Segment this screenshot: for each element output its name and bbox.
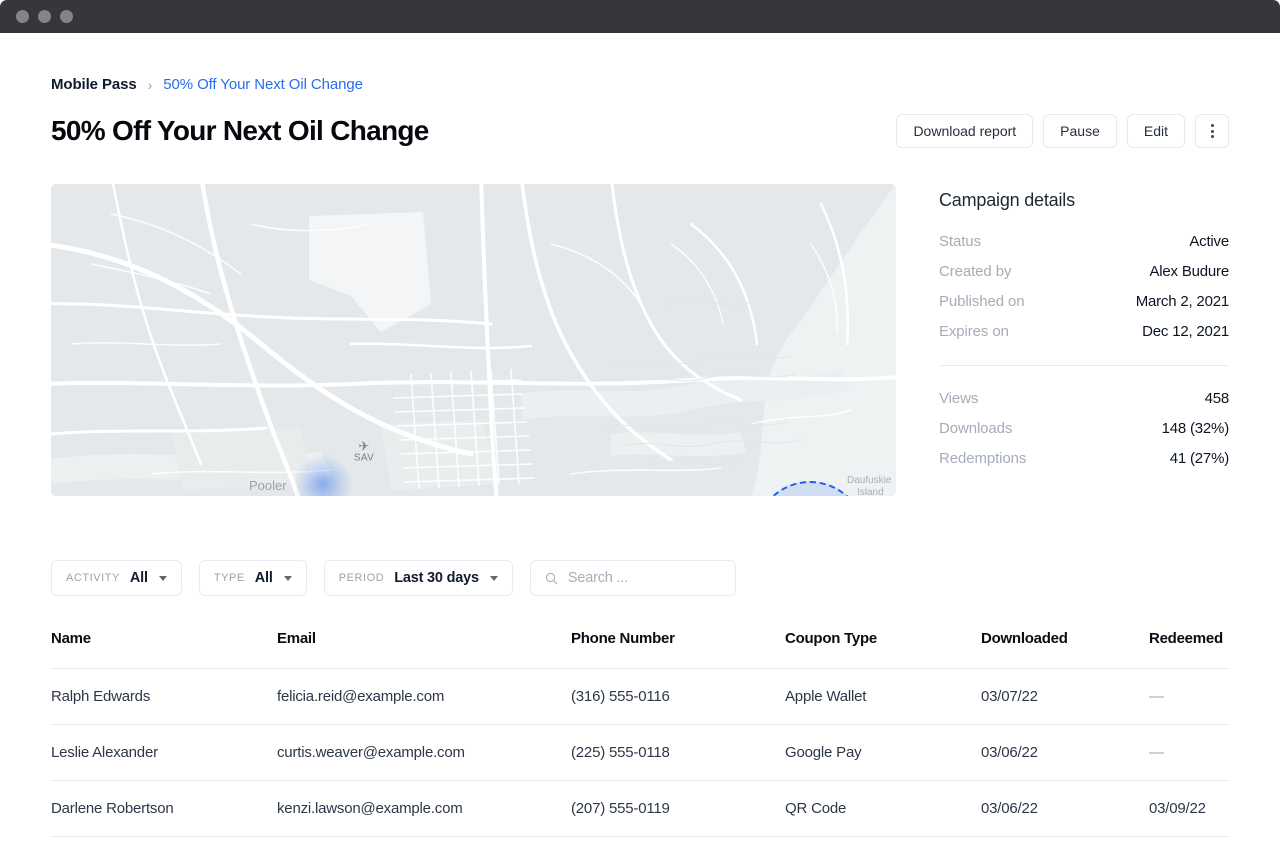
detail-value: March 2, 2021	[1135, 293, 1229, 310]
recipients-table: Name Email Phone Number Coupon Type Down…	[51, 630, 1229, 837]
table-header-row: Name Email Phone Number Coupon Type Down…	[51, 630, 1229, 669]
cell-name: Darlene Robertson	[51, 780, 277, 837]
breadcrumb: Mobile Pass › 50% Off Your Next Oil Chan…	[51, 33, 1229, 93]
stat-label: Redemptions	[939, 450, 1027, 467]
details-divider	[939, 365, 1229, 366]
filter-period-value: Last 30 days	[394, 570, 479, 586]
filter-activity-label: ACTIVITY	[66, 572, 120, 584]
column-header-email[interactable]: Email	[277, 630, 571, 669]
column-header-downloaded[interactable]: Downloaded	[981, 630, 1149, 669]
search-input[interactable]	[567, 570, 721, 586]
cell-email: curtis.weaver@example.com	[277, 724, 571, 781]
detail-label: Created by	[939, 263, 1012, 280]
page-body: Mobile Pass › 50% Off Your Next Oil Chan…	[0, 33, 1280, 856]
cell-email: felicia.reid@example.com	[277, 668, 571, 725]
table-row[interactable]: Leslie Alexander curtis.weaver@example.c…	[51, 724, 1229, 781]
filter-type[interactable]: TYPE All	[198, 560, 307, 596]
cell-redeemed: —	[1149, 668, 1229, 725]
detail-row-created-by: Created by Alex Budure	[939, 263, 1229, 280]
stat-label: Downloads	[939, 420, 1013, 437]
stat-row-redemptions: Redemptions 41 (27%)	[939, 450, 1229, 467]
cell-phone: (207) 555-0119	[571, 780, 785, 837]
detail-label: Expires on	[939, 323, 1009, 340]
stat-value: 41 (27%)	[1169, 450, 1229, 467]
window-minimize-button[interactable]	[38, 10, 51, 23]
table-row[interactable]: Ralph Edwards felicia.reid@example.com (…	[51, 668, 1229, 725]
pause-button[interactable]: Pause	[1043, 114, 1117, 148]
stat-label: Views	[939, 390, 979, 407]
campaign-details-panel: Campaign details Status Active Created b…	[939, 184, 1229, 496]
campaign-map[interactable]: Pooler Savannah Daufuskie Island ✈ SAV ✈…	[51, 184, 896, 496]
page-title: 50% Off Your Next Oil Change	[51, 115, 429, 146]
edit-button[interactable]: Edit	[1126, 114, 1185, 148]
filter-period[interactable]: PERIOD Last 30 days	[323, 560, 513, 596]
cell-name: Leslie Alexander	[51, 724, 277, 781]
chevron-right-icon: ›	[147, 76, 153, 93]
table-row[interactable]: Darlene Robertson kenzi.lawson@example.c…	[51, 780, 1229, 837]
filter-period-label: PERIOD	[338, 572, 385, 584]
cell-coupon-type: Apple Wallet	[785, 668, 981, 725]
download-report-button[interactable]: Download report	[896, 114, 1034, 148]
cell-email: kenzi.lawson@example.com	[277, 780, 571, 837]
status-badge: Active	[1189, 233, 1229, 250]
filter-bar: ACTIVITY All TYPE All PERIOD Last 30 day…	[51, 560, 1229, 596]
chevron-down-icon	[283, 575, 292, 581]
detail-label: Status	[939, 233, 981, 250]
window-maximize-button[interactable]	[60, 10, 73, 23]
campaign-details-title: Campaign details	[939, 190, 1075, 210]
kebab-menu-icon	[1210, 129, 1214, 133]
breadcrumb-root-link[interactable]: Mobile Pass	[51, 76, 137, 93]
search-icon	[545, 572, 558, 584]
column-header-redeemed[interactable]: Redeemed	[1149, 630, 1229, 669]
detail-value: Dec 12, 2021	[1142, 323, 1229, 340]
column-header-name[interactable]: Name	[51, 630, 277, 669]
cell-name: Ralph Edwards	[51, 668, 277, 725]
cell-downloaded: 03/07/22	[981, 668, 1149, 725]
detail-label: Published on	[939, 293, 1025, 310]
cell-downloaded: 03/06/22	[981, 780, 1149, 837]
overview-section: Pooler Savannah Daufuskie Island ✈ SAV ✈…	[51, 184, 1229, 496]
cell-redeemed: —	[1149, 724, 1229, 781]
cell-redeemed: 03/09/22	[1149, 780, 1229, 837]
detail-row-expires-on: Expires on Dec 12, 2021	[939, 323, 1229, 340]
chevron-down-icon	[489, 575, 498, 581]
cell-coupon-type: Google Pay	[785, 724, 981, 781]
filter-activity[interactable]: ACTIVITY All	[51, 560, 182, 596]
window-close-button[interactable]	[16, 10, 29, 23]
stat-row-views: Views 458	[939, 390, 1229, 407]
window-titlebar	[0, 0, 1280, 33]
kebab-menu-icon	[1210, 124, 1214, 127]
breadcrumb-current-link[interactable]: 50% Off Your Next Oil Change	[163, 76, 363, 93]
filter-type-label: TYPE	[213, 572, 245, 584]
detail-row-published-on: Published on March 2, 2021	[939, 293, 1229, 310]
cell-phone: (225) 555-0118	[571, 724, 785, 781]
column-header-coupon-type[interactable]: Coupon Type	[785, 630, 981, 669]
page-header: 50% Off Your Next Oil Change Download re…	[51, 114, 1229, 148]
filter-activity-value: All	[129, 570, 148, 586]
more-options-button[interactable]	[1195, 114, 1229, 148]
kebab-menu-icon	[1210, 135, 1214, 138]
filter-type-value: All	[254, 570, 273, 586]
map-canvas	[51, 184, 896, 496]
chevron-down-icon	[158, 575, 167, 581]
stat-value: 148 (32%)	[1161, 420, 1230, 437]
search-box[interactable]	[529, 560, 736, 596]
detail-value: Alex Budure	[1149, 263, 1229, 280]
cell-phone: (316) 555-0116	[571, 668, 785, 725]
stat-row-downloads: Downloads 148 (32%)	[939, 420, 1229, 437]
header-actions: Download report Pause Edit	[896, 114, 1229, 148]
column-header-phone[interactable]: Phone Number	[571, 630, 785, 669]
cell-downloaded: 03/06/22	[981, 724, 1149, 781]
detail-row-status: Status Active	[939, 233, 1229, 250]
cell-coupon-type: QR Code	[785, 780, 981, 837]
stat-value: 458	[1204, 390, 1230, 407]
